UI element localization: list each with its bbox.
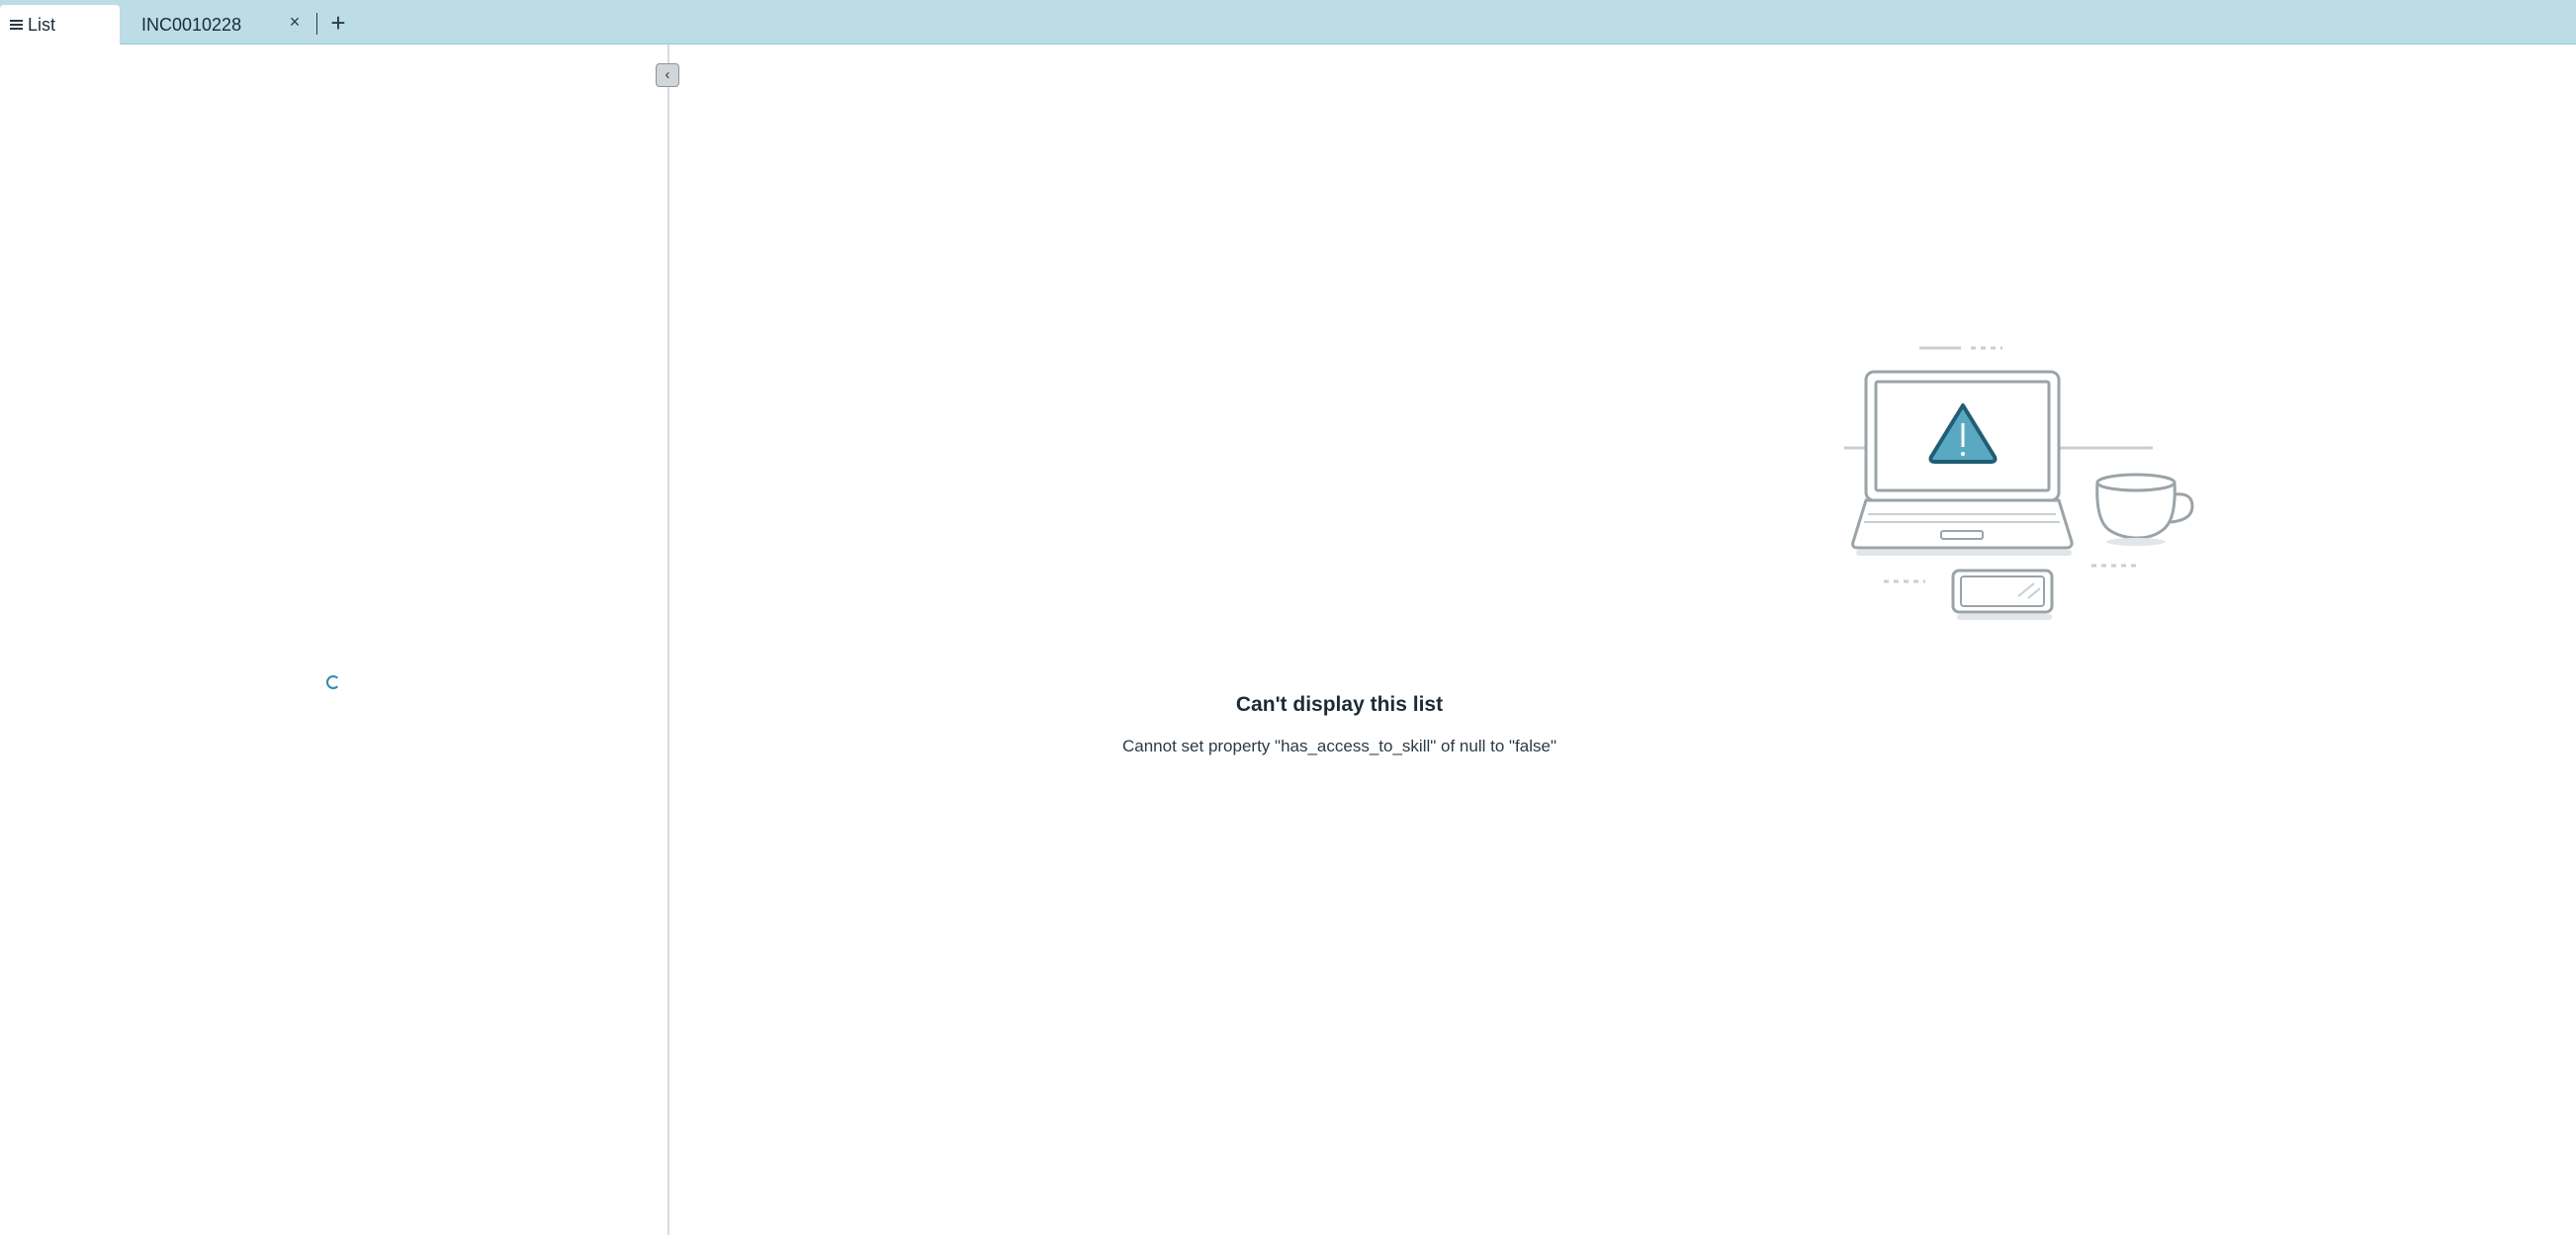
laptop-warning-illustration <box>1844 346 2194 620</box>
menu-icon <box>10 18 23 32</box>
empty-state-title: Can't display this list <box>1235 693 1444 716</box>
tab-divider <box>316 13 317 35</box>
tab-list-label: List <box>28 14 56 35</box>
add-tab-button[interactable]: + <box>326 8 350 38</box>
loading-spinner-icon <box>326 675 340 689</box>
empty-state-message: Cannot set property "has_access_to_skill… <box>1122 737 1556 755</box>
tab-incident[interactable]: INC0010228 <box>120 5 312 44</box>
tab-incident-label: INC0010228 <box>141 14 242 35</box>
tab-list[interactable]: List <box>0 5 120 44</box>
close-tab-icon[interactable]: × <box>285 12 305 32</box>
empty-state: Can't display this list Cannot set prope… <box>669 44 2576 1235</box>
list-panel <box>0 44 667 1235</box>
tab-strip: List INC0010228 × + <box>0 0 2576 44</box>
